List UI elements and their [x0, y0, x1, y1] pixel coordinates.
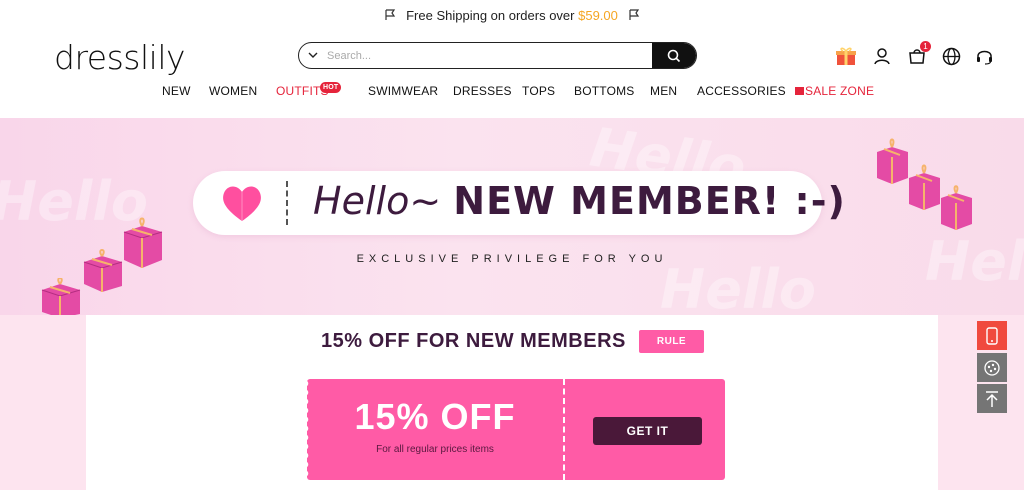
coupon-amount: 15% OFF: [354, 396, 516, 437]
shipping-amount: $59.00: [578, 7, 618, 23]
search-button[interactable]: [652, 43, 696, 68]
flag-icon: [385, 9, 396, 20]
offer-title: 15% OFF FOR NEW MEMBERS: [321, 330, 626, 352]
search-input[interactable]: [327, 43, 652, 68]
hero-banner: Hello Hello Hello Hello Hello~ NEW MEMBE…: [0, 118, 1024, 315]
side-background: [0, 315, 86, 490]
nav-item-sale-zone[interactable]: SALE ZONE: [795, 84, 874, 98]
search-icon: [667, 49, 681, 62]
shipping-bar: Free Shipping on orders over $59.00: [0, 0, 1024, 30]
nav-item-tops[interactable]: TOPS: [522, 84, 555, 98]
nav-item-outfits[interactable]: OUTFITS HOT: [276, 82, 342, 98]
gift-box-icon: [877, 138, 908, 184]
watermark-text: Hello: [660, 258, 816, 315]
hero-subtitle: EXCLUSIVE PRIVILEGE FOR YOU: [356, 253, 668, 265]
nav-item-new[interactable]: NEW: [162, 84, 191, 98]
nav-item-dresses[interactable]: DRESSES: [453, 84, 512, 98]
chevron-down-icon[interactable]: [299, 43, 327, 68]
back-to-top-icon[interactable]: [977, 384, 1007, 413]
cart-count-badge: 1: [920, 41, 931, 52]
gift-box-icon: [909, 164, 940, 210]
globe-icon[interactable]: [939, 44, 963, 68]
search-bar: [298, 42, 697, 69]
hero-headline: Hello~ NEW MEMBER! :-): [313, 179, 846, 223]
nav-item-accessories[interactable]: ACCESSORIES: [697, 84, 786, 98]
main-nav: NEW WOMEN OUTFITS HOT SWIMWEAR DRESSES T…: [0, 82, 1024, 102]
coupon-description: For all regular prices items: [376, 444, 494, 455]
nav-item-bottoms[interactable]: BOTTOMS: [574, 84, 635, 98]
chat-icon[interactable]: [977, 353, 1007, 382]
nav-item-women[interactable]: WOMEN: [209, 84, 257, 98]
nav-item-men[interactable]: MEN: [650, 84, 677, 98]
sale-gift-icon: [795, 87, 804, 95]
gift-box-icon: [941, 185, 972, 230]
coupon-card: 15% OFF For all regular prices items GET…: [305, 379, 725, 480]
divider: [286, 181, 288, 225]
coupon-divider: [563, 379, 565, 480]
hero-pill: Hello~ NEW MEMBER! :-): [193, 171, 845, 235]
hot-badge: HOT: [320, 82, 342, 93]
nav-item-swimwear[interactable]: SWIMWEAR: [368, 84, 438, 98]
user-icon[interactable]: [870, 44, 894, 68]
get-it-button[interactable]: GET IT: [593, 417, 702, 445]
headset-icon[interactable]: [972, 44, 996, 68]
shipping-text: Free Shipping on orders over $59.00: [406, 7, 618, 23]
gift-icon[interactable]: [834, 44, 858, 68]
cart-icon[interactable]: 1: [905, 41, 931, 68]
rule-button[interactable]: RULE: [639, 330, 704, 353]
mobile-app-icon[interactable]: [977, 321, 1007, 350]
flag-icon: [629, 9, 639, 20]
heart-icon: [223, 186, 261, 221]
gift-box-icon: [41, 278, 81, 315]
logo[interactable]: dresslily: [54, 38, 186, 77]
